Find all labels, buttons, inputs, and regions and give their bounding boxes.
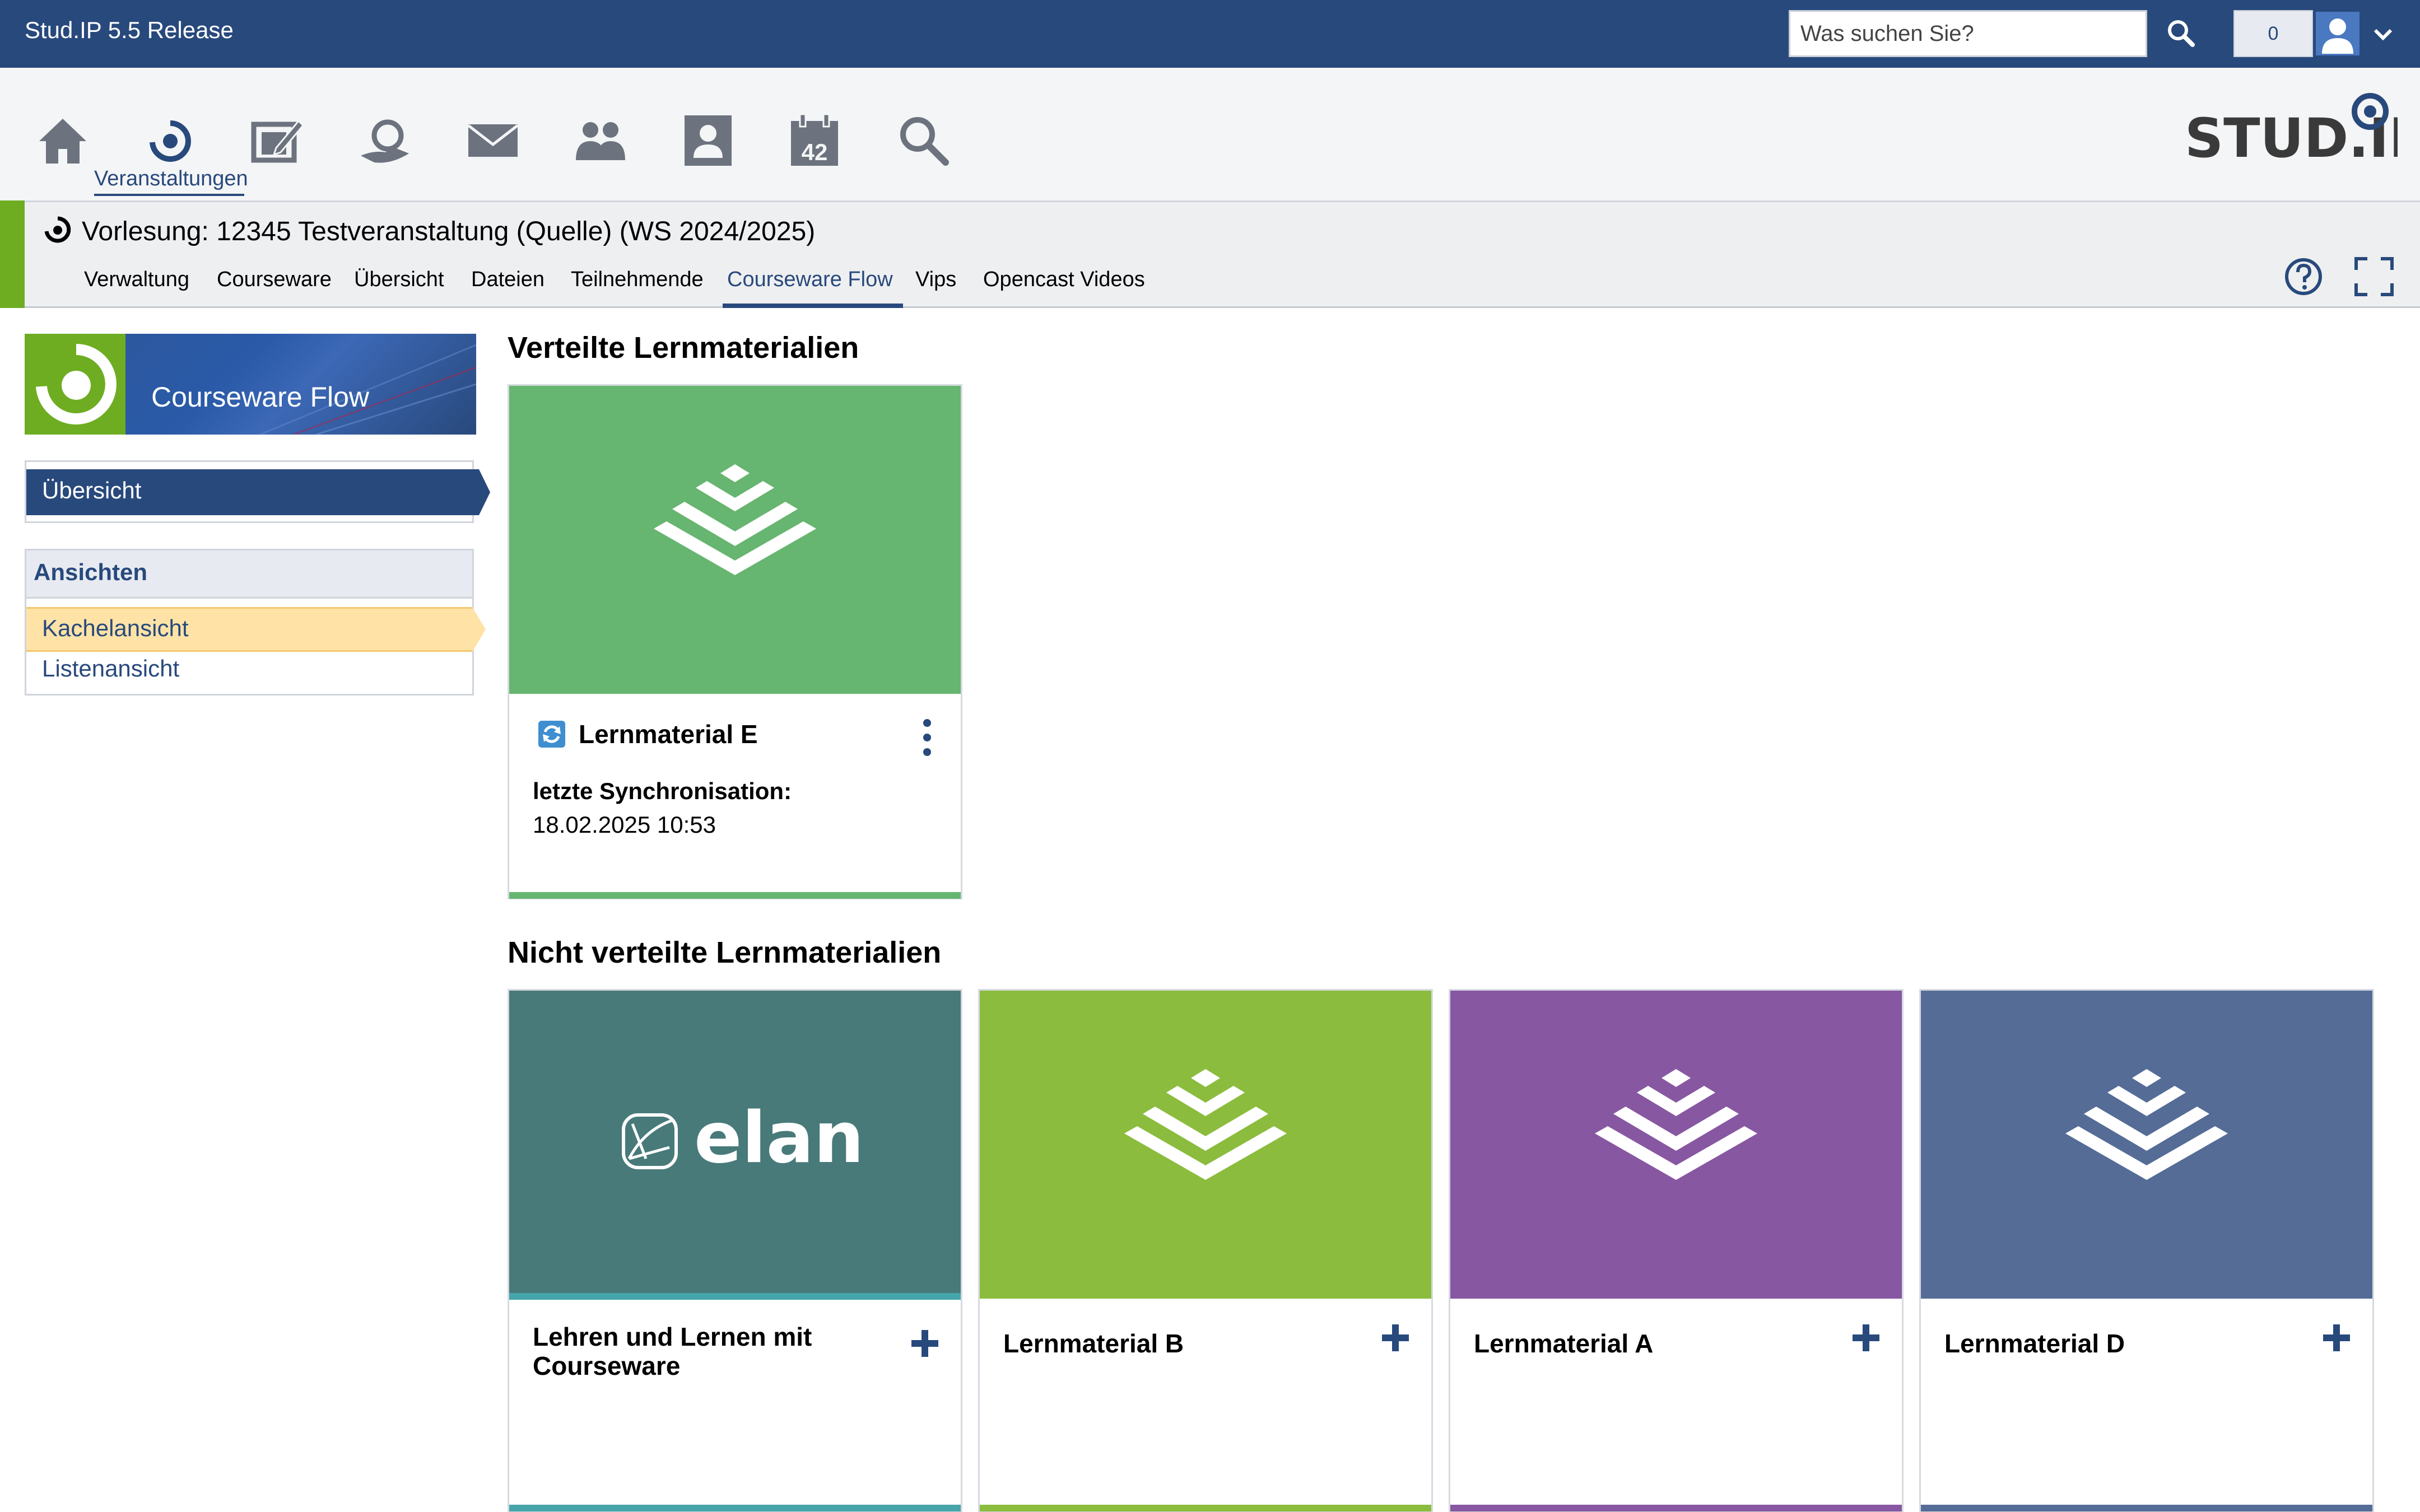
courses-icon[interactable] (141, 112, 197, 168)
nav-label-courses[interactable]: Veranstaltungen (94, 167, 248, 191)
card-image[interactable] (1450, 991, 1902, 1299)
search-nav-icon[interactable] (895, 112, 951, 168)
add-icon[interactable] (1850, 1322, 1882, 1354)
sidebar-item-arrow (479, 469, 490, 515)
card-title[interactable]: Lernmaterial A (1474, 1329, 1653, 1358)
material-card[interactable]: Lernmaterial A (1449, 989, 1904, 1512)
material-card[interactable]: Lernmaterial D (1919, 989, 2374, 1512)
elan-wordmark: elan (694, 1096, 864, 1179)
tab-opencast-videos[interactable]: Opencast Videos (983, 268, 1145, 292)
sidebar-item-label[interactable]: Übersicht (42, 477, 141, 504)
card-image-strip (509, 1293, 961, 1300)
active-tab-indicator (723, 304, 903, 308)
sidebar-title: Courseware Flow (151, 381, 370, 413)
nav-active-indicator (94, 194, 244, 196)
workplace-icon[interactable] (249, 112, 305, 168)
tab-dateien[interactable]: Dateien (471, 268, 544, 292)
community-icon[interactable] (357, 112, 413, 168)
tab-vips[interactable]: Vips (915, 268, 956, 292)
card-image[interactable] (980, 991, 1431, 1299)
view-option-list[interactable]: Listenansicht (42, 655, 179, 682)
material-card[interactable]: elan Lehren und Lernen mit Courseware (508, 989, 962, 1512)
studip-logo[interactable]: STUD.IP (2185, 84, 2420, 170)
tab-uebersicht[interactable]: Übersicht (354, 268, 444, 292)
user-avatar-icon (2314, 10, 2361, 57)
home-icon[interactable] (35, 112, 91, 168)
mail-icon[interactable] (465, 112, 521, 168)
card-title[interactable]: Lernmaterial D (1944, 1329, 2125, 1358)
add-icon[interactable] (2321, 1322, 2352, 1354)
search-button[interactable] (2163, 16, 2199, 52)
context-accent (0, 200, 25, 308)
calendar-icon[interactable]: 42 (787, 112, 843, 168)
distributed-heading: Verteilte Lernmaterialien (508, 331, 859, 365)
add-icon[interactable] (1380, 1322, 1411, 1354)
sync-label: letzte Synchronisation: (533, 778, 792, 804)
card-color-bar (509, 1505, 961, 1511)
more-options-icon[interactable] (920, 717, 934, 758)
avatar[interactable] (2314, 10, 2361, 57)
card-title[interactable]: Lernmaterial B (1003, 1329, 1184, 1358)
svg-text:STUD.IP: STUD.IP (2185, 107, 2398, 168)
card-color-bar (509, 892, 961, 899)
contacts-icon[interactable] (573, 112, 629, 168)
profile-icon[interactable] (680, 112, 736, 168)
card-title[interactable]: Lehren und Lernen mit Courseware (533, 1322, 891, 1380)
global-search-input[interactable] (1789, 10, 2147, 57)
tab-courseware[interactable]: Courseware (217, 268, 332, 292)
tab-courseware-flow[interactable]: Courseware Flow (727, 268, 893, 292)
view-option-arrow (472, 607, 486, 652)
material-card[interactable]: Lernmaterial E letzte Synchronisation: 1… (508, 384, 962, 899)
course-title: Vorlesung: 12345 Testveranstaltung (Quel… (82, 217, 816, 246)
tab-teilnehmende[interactable]: Teilnehmende (571, 268, 704, 292)
card-image[interactable] (1921, 991, 2372, 1299)
release-label: Stud.IP 5.5 Release (25, 17, 234, 43)
tab-verwaltung[interactable]: Verwaltung (84, 268, 189, 292)
courseware-logo-icon (654, 464, 816, 575)
sync-date: 18.02.2025 10:53 (533, 811, 716, 838)
chevron-down-icon[interactable] (2371, 22, 2395, 47)
courseware-logo-icon (2065, 1069, 2228, 1180)
sidebar-views-title: Ansichten (34, 559, 148, 585)
notification-counter[interactable]: 0 (2233, 10, 2313, 57)
card-title[interactable]: Lernmaterial E (579, 720, 758, 749)
sync-icon (537, 720, 566, 749)
undistributed-heading: Nicht verteilte Lernmaterialien (508, 936, 942, 969)
fullscreen-icon[interactable] (2354, 256, 2394, 297)
elan-logo-icon (622, 1113, 678, 1169)
card-image[interactable]: elan (509, 991, 961, 1299)
courseware-flow-logo (25, 334, 125, 435)
card-color-bar (980, 1505, 1431, 1511)
add-icon[interactable] (909, 1328, 941, 1359)
card-image[interactable] (509, 386, 961, 694)
magnifier-icon (2168, 20, 2195, 47)
help-icon[interactable] (2283, 256, 2324, 297)
view-option-tile-label[interactable]: Kachelansicht (42, 615, 189, 642)
course-icon (40, 213, 74, 246)
svg-text:42: 42 (802, 139, 828, 165)
material-card[interactable]: Lernmaterial B (978, 989, 1433, 1512)
card-color-bar (1921, 1505, 2372, 1511)
courseware-logo-icon (1595, 1069, 1757, 1180)
courseware-logo-icon (1124, 1069, 1287, 1180)
card-color-bar (1450, 1505, 1902, 1511)
